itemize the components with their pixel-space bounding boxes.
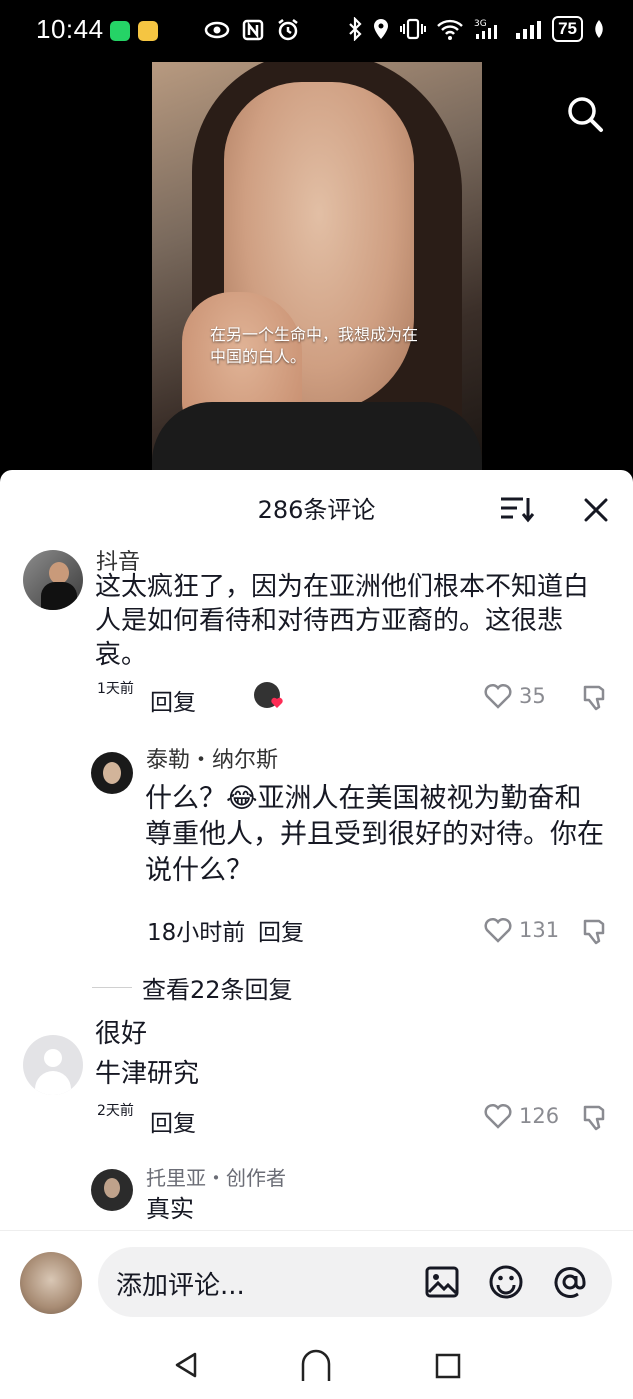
heart-icon [484,917,512,943]
status-time: 10:44 [36,14,104,44]
comment-text: 什么？😂亚洲人在美国被视为勤奋和尊重他人，并且受到很好的对待。你在说什么？ [145,783,604,886]
back-icon[interactable] [171,1350,201,1380]
comment-username[interactable]: 很好 [95,1017,147,1051]
nfc-icon [242,19,264,41]
status-icons-right: 3G 75 [348,16,605,42]
video-subtitle: 在另一个生命中，我想成为在中国的白人。 [210,325,419,366]
comment-time: 1天前 [97,681,134,697]
creator-name: 托里亚 [146,1166,206,1190]
alarm-icon [278,19,298,41]
comments-sheet: 286条评论 抖音 这太疯狂了，因为在亚洲他们根本不知道白人是如何看待和对待西方… [0,470,633,1399]
avatar[interactable] [91,1169,133,1211]
comment-text: 这太疯狂了，因为在亚洲他们根本不知道白人是如何看待和对待西方亚裔的。这很悲哀。 [95,572,590,670]
comment-input-bar: 添加评论... [0,1230,633,1331]
heart-icon [484,683,512,709]
creator-tag: ・创作者 [206,1166,286,1190]
video-frame[interactable] [152,62,482,470]
comment-time: 2天前 [97,1103,134,1119]
reply-button[interactable]: 回复 [150,683,196,717]
comment-text: 牛津研究 [95,1059,200,1089]
reply-button[interactable]: 回复 [258,913,304,947]
like-button[interactable]: 131 [483,916,559,944]
avatar[interactable] [23,550,83,610]
emoji-icon[interactable] [488,1264,524,1300]
avatar[interactable] [91,752,133,794]
home-icon[interactable] [300,1348,332,1382]
like-count: 35 [519,684,546,708]
status-icons-left [204,18,300,42]
comments-count-title: 286条评论 [257,496,376,524]
status-bar: 10:44 3G 75 [0,0,633,62]
view-replies-label: 查看22条回复 [142,976,293,1004]
avatar[interactable] [23,1035,83,1095]
recents-icon[interactable] [434,1352,462,1380]
image-icon[interactable] [424,1264,460,1300]
battery-indicator: 75 [552,16,583,42]
comment-username[interactable]: 托里亚・创作者 [146,1162,286,1191]
bluetooth-icon [349,17,362,41]
leaf-icon [595,20,603,38]
heart-badge-icon [271,697,283,708]
view-replies-button[interactable]: 查看22条回复 [92,970,293,1005]
user-avatar[interactable] [20,1252,82,1314]
dislike-icon[interactable] [581,683,611,713]
like-button[interactable]: 35 [483,682,546,710]
video-figure-shirt [152,402,482,470]
heart-icon [484,1103,512,1129]
like-count: 126 [519,1104,560,1128]
comment-input[interactable]: 添加评论... [98,1247,612,1317]
app-icon [138,21,158,41]
close-icon[interactable] [580,494,612,526]
wifi-icon [437,19,463,40]
whatsapp-icon [110,21,130,41]
creator-liked-badge [254,682,283,708]
video-player[interactable]: 在另一个生命中，我想成为在中国的白人。 [0,62,633,470]
like-button[interactable]: 126 [483,1102,559,1130]
comment-input-placeholder: 添加评论... [116,1271,245,1301]
eye-icon [204,21,230,39]
comment-text: 真实 [146,1195,194,1223]
comment-time: 18小时前 [147,920,246,946]
sort-icon[interactable] [498,494,536,524]
divider-line [92,987,132,988]
signal-icon [516,21,542,39]
like-count: 131 [519,918,560,942]
location-icon [374,19,389,39]
dislike-icon[interactable] [581,1103,611,1133]
search-icon[interactable] [565,94,605,134]
system-nav-bar [0,1330,633,1399]
signal-3g-icon: 3G [474,19,498,39]
mention-icon[interactable] [552,1264,588,1300]
svg-text:3G: 3G [474,19,487,29]
dislike-icon[interactable] [581,917,611,947]
comment-username[interactable]: 泰勒・纳尔斯 [146,742,278,774]
comments-header: 286条评论 [0,470,633,540]
reply-button[interactable]: 回复 [150,1104,196,1138]
vibrate-icon [400,18,427,40]
